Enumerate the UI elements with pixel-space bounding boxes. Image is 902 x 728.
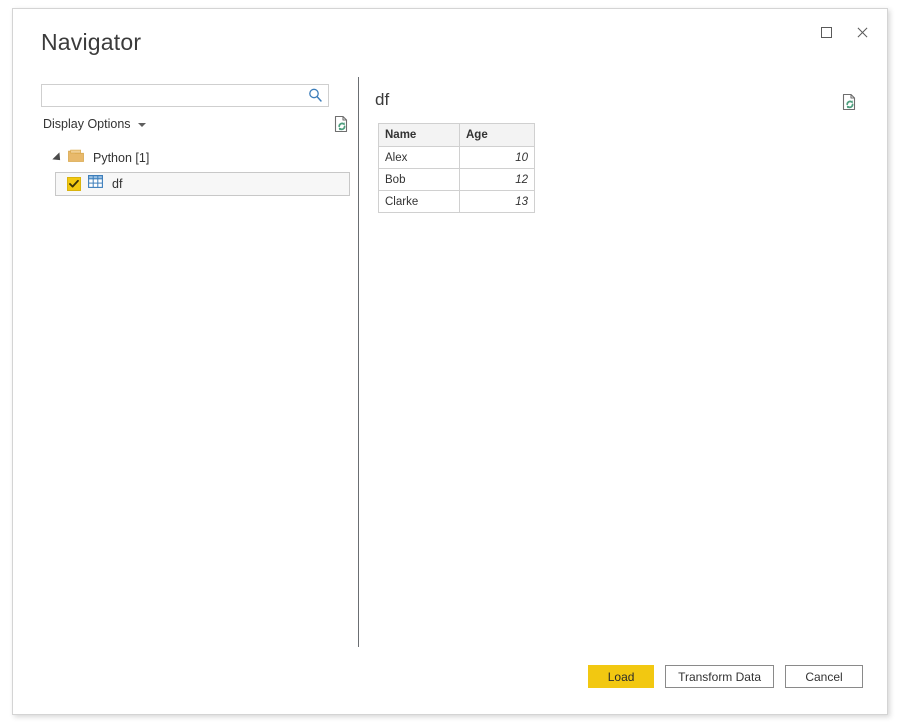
close-button[interactable] bbox=[847, 19, 877, 45]
maximize-button[interactable] bbox=[811, 19, 841, 45]
display-options-dropdown[interactable]: Display Options bbox=[41, 116, 148, 132]
refresh-preview-button-left[interactable] bbox=[331, 113, 353, 135]
table-row: Bob 12 bbox=[378, 168, 535, 191]
page-title: Navigator bbox=[41, 29, 142, 55]
table-header-row: Name Age bbox=[378, 123, 535, 147]
chevron-down-icon bbox=[137, 123, 146, 127]
tree-node-python[interactable]: Python [1] bbox=[41, 147, 350, 169]
transform-data-button[interactable]: Transform Data bbox=[665, 665, 774, 688]
expander-icon[interactable] bbox=[52, 152, 64, 164]
tree-item-df[interactable]: df bbox=[55, 172, 350, 196]
cell-age: 12 bbox=[459, 168, 535, 191]
cell-name: Clarke bbox=[378, 190, 460, 213]
preview-title: df bbox=[375, 90, 390, 109]
table-row: Alex 10 bbox=[378, 146, 535, 169]
cancel-button[interactable]: Cancel bbox=[785, 665, 863, 688]
preview-pane: df Name Age Alex 10 Bob 12 Clarke 13 bbox=[359, 71, 887, 714]
title-bar: Navigator bbox=[13, 9, 887, 71]
left-pane: Display Options Python [1] df bbox=[13, 71, 358, 714]
navigator-dialog: Navigator Display Options Python [1] df … bbox=[12, 8, 888, 715]
cell-name: Alex bbox=[378, 146, 460, 169]
maximize-icon bbox=[820, 26, 832, 38]
data-preview-table: Name Age Alex 10 Bob 12 Clarke 13 bbox=[378, 123, 535, 213]
load-button[interactable]: Load bbox=[588, 665, 655, 688]
folder-icon bbox=[68, 149, 84, 168]
source-tree: Python [1] df bbox=[41, 147, 350, 196]
cell-age: 13 bbox=[459, 190, 535, 213]
display-options-row: Display Options bbox=[41, 113, 353, 138]
table-row: Clarke 13 bbox=[378, 190, 535, 213]
column-header-age[interactable]: Age bbox=[459, 123, 535, 147]
refresh-preview-button-right[interactable] bbox=[839, 91, 861, 113]
search-input[interactable] bbox=[41, 84, 329, 107]
footer-button-group: Load Transform Data Cancel bbox=[588, 665, 863, 688]
tree-item-checkbox[interactable] bbox=[67, 177, 81, 191]
tree-node-label: Python [1] bbox=[93, 151, 150, 165]
close-icon bbox=[856, 26, 869, 39]
cell-age: 10 bbox=[459, 146, 535, 169]
column-header-name[interactable]: Name bbox=[378, 123, 460, 147]
checkmark-icon bbox=[69, 179, 79, 188]
dialog-footer: Load Transform Data Cancel bbox=[13, 656, 887, 714]
display-options-label: Display Options bbox=[43, 117, 131, 131]
table-icon bbox=[88, 175, 103, 193]
tree-item-label: df bbox=[112, 177, 123, 191]
search-row bbox=[41, 84, 329, 107]
cell-name: Bob bbox=[378, 168, 460, 191]
